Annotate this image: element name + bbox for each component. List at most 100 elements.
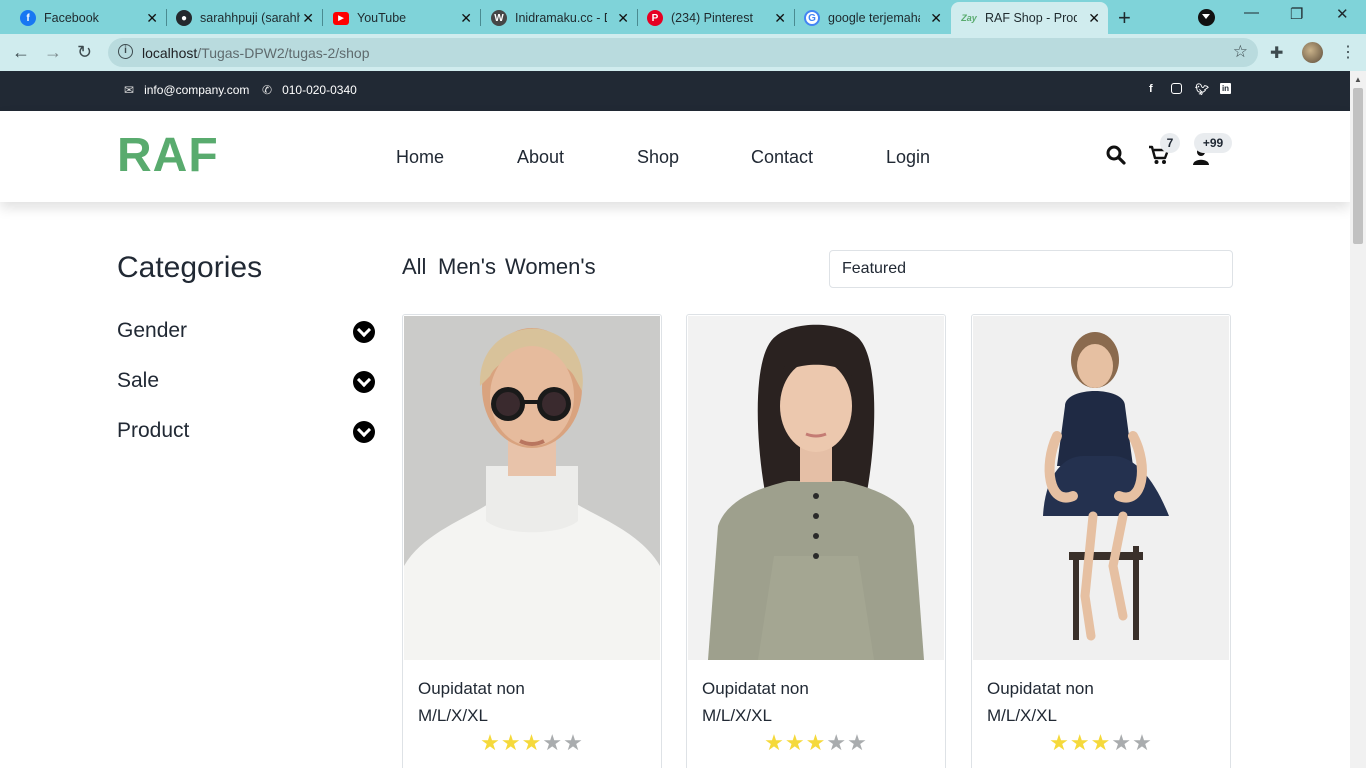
- tab-label: YouTube: [357, 11, 407, 25]
- facebook-icon: f: [20, 10, 36, 26]
- star-empty-icon: ★: [542, 730, 564, 755]
- product-name[interactable]: Oupidatat non: [702, 679, 809, 699]
- twitter-icon[interactable]: 🐦︎: [1195, 83, 1209, 96]
- category-label: Sale: [117, 369, 160, 392]
- bookmark-star-icon[interactable]: ☆: [1233, 42, 1248, 62]
- github-icon: ●: [176, 10, 192, 26]
- tab-github[interactable]: ● sarahhpuji (sarahhpuji) ✕: [166, 2, 322, 34]
- product-image[interactable]: [688, 316, 944, 660]
- star-filled-icon: ★: [521, 730, 543, 755]
- close-icon[interactable]: ✕: [460, 10, 472, 27]
- email-text: info@company.com: [144, 83, 250, 97]
- tab-label: (234) Pinterest: [671, 11, 753, 25]
- new-tab-icon[interactable]: +: [1118, 5, 1131, 31]
- close-icon[interactable]: ✕: [302, 10, 314, 27]
- product-name[interactable]: Oupidatat non: [987, 679, 1094, 699]
- youtube-icon: ▶: [333, 11, 349, 25]
- nav-login[interactable]: Login: [886, 147, 930, 168]
- pinterest-icon: P: [647, 10, 663, 26]
- nav-about[interactable]: About: [517, 147, 564, 168]
- tab-google-translate[interactable]: G google terjemahan ✕: [794, 2, 950, 34]
- facebook-icon[interactable]: f: [1149, 83, 1153, 95]
- phone-contact[interactable]: ✆ 010-020-0340: [262, 83, 357, 97]
- product-image[interactable]: [973, 316, 1229, 660]
- star-filled-icon: ★: [480, 730, 501, 755]
- rating-stars: ★★★★★: [403, 730, 661, 756]
- tab-label: Inidramaku.cc - Drama: [515, 11, 607, 25]
- product-image[interactable]: [404, 316, 660, 660]
- category-product[interactable]: Product: [117, 419, 375, 449]
- address-bar[interactable]: i localhost/Tugas-DPW2/tugas-2/shop ☆: [108, 38, 1258, 67]
- top-info-bar: ✉ info@company.com ✆ 010-020-0340 f 🐦︎ i…: [0, 71, 1350, 111]
- url-host: localhost: [142, 45, 198, 61]
- scrollbar-thumb[interactable]: [1353, 88, 1363, 244]
- tab-youtube[interactable]: ▶ YouTube ✕: [323, 2, 480, 34]
- tab-facebook[interactable]: f Facebook ✕: [10, 2, 166, 34]
- product-sizes: M/L/X/XL: [418, 706, 488, 725]
- product-sizes: M/L/X/XL: [987, 706, 1057, 725]
- zay-icon: Zay: [961, 13, 977, 23]
- chevron-down-icon[interactable]: [353, 321, 375, 343]
- product-name[interactable]: Oupidatat non: [418, 679, 525, 699]
- page-scrollbar[interactable]: ▲: [1350, 71, 1366, 768]
- chevron-down-icon[interactable]: [353, 371, 375, 393]
- product-card[interactable]: Oupidatat non M/L/X/XL ★★★★★: [402, 314, 662, 768]
- filter-womens[interactable]: Women's: [505, 254, 596, 280]
- linkedin-icon[interactable]: in: [1220, 83, 1231, 94]
- page: ✉ info@company.com ✆ 010-020-0340 f 🐦︎ i…: [0, 71, 1350, 768]
- tab-pinterest[interactable]: P (234) Pinterest ✕: [637, 2, 794, 34]
- close-icon[interactable]: ✕: [930, 10, 942, 27]
- site-info-icon[interactable]: i: [118, 44, 133, 59]
- tab-label: sarahhpuji (sarahhpuji): [200, 11, 300, 25]
- scroll-up-icon[interactable]: ▲: [1354, 75, 1362, 84]
- restore-icon[interactable]: ❐: [1290, 5, 1303, 23]
- wordpress-icon: W: [491, 10, 507, 26]
- star-empty-icon: ★: [563, 730, 584, 755]
- url-text[interactable]: localhost/Tugas-DPW2/tugas-2/shop: [142, 45, 370, 61]
- browser-tab-bar: f Facebook ✕ ● sarahhpuji (sarahhpuji) ✕…: [0, 0, 1366, 34]
- filter-all[interactable]: All: [402, 254, 426, 280]
- forward-icon[interactable]: →: [44, 42, 62, 63]
- window-close-icon[interactable]: ✕: [1336, 5, 1349, 23]
- close-icon[interactable]: ✕: [1088, 10, 1100, 27]
- reload-icon[interactable]: ↻: [77, 42, 92, 63]
- nav-shop[interactable]: Shop: [637, 147, 679, 168]
- product-sizes: M/L/X/XL: [702, 706, 772, 725]
- tab-search-icon[interactable]: [1198, 9, 1215, 26]
- address-bar-row: ← → ↻ i localhost/Tugas-DPW2/tugas-2/sho…: [0, 34, 1366, 71]
- nav-home[interactable]: Home: [396, 147, 444, 168]
- instagram-icon[interactable]: [1171, 83, 1182, 94]
- close-icon[interactable]: ✕: [774, 10, 786, 27]
- product-card[interactable]: Oupidatat non M/L/X/XL ★★★★★: [971, 314, 1231, 768]
- profile-avatar[interactable]: [1302, 42, 1323, 63]
- category-sale[interactable]: Sale: [117, 369, 375, 399]
- rating-stars: ★★★★★: [687, 730, 945, 756]
- category-gender[interactable]: Gender: [117, 319, 375, 349]
- tab-raf-shop[interactable]: Zay RAF Shop - Product ✕: [951, 2, 1108, 34]
- tab-inidramaku[interactable]: W Inidramaku.cc - Drama ✕: [481, 2, 637, 34]
- chevron-down-icon[interactable]: [353, 421, 375, 443]
- google-icon: G: [804, 10, 820, 26]
- nav-contact[interactable]: Contact: [751, 147, 813, 168]
- star-empty-icon: ★: [1132, 730, 1153, 755]
- user-count-badge: +99: [1194, 133, 1232, 153]
- star-empty-icon: ★: [1111, 730, 1133, 755]
- filter-mens[interactable]: Men's: [438, 254, 496, 280]
- extensions-icon[interactable]: ✚: [1270, 43, 1283, 63]
- category-label: Product: [117, 419, 190, 442]
- star-filled-icon: ★: [805, 730, 827, 755]
- back-icon[interactable]: ←: [12, 42, 30, 63]
- browser-menu-icon[interactable]: ⋮: [1340, 42, 1356, 62]
- close-icon[interactable]: ✕: [617, 10, 629, 27]
- site-logo[interactable]: RAF: [117, 128, 219, 183]
- cart-count-badge: 7: [1160, 133, 1180, 153]
- star-filled-icon: ★: [784, 730, 806, 755]
- search-icon[interactable]: [1106, 145, 1126, 170]
- tab-label: Facebook: [44, 11, 99, 25]
- product-card[interactable]: Oupidatat non M/L/X/XL ★★★★★: [686, 314, 946, 768]
- email-contact[interactable]: ✉ info@company.com: [124, 83, 249, 97]
- minimize-icon[interactable]: —: [1244, 4, 1259, 21]
- star-filled-icon: ★: [1069, 730, 1091, 755]
- sort-select[interactable]: Featured: [829, 250, 1233, 288]
- close-icon[interactable]: ✕: [146, 10, 158, 27]
